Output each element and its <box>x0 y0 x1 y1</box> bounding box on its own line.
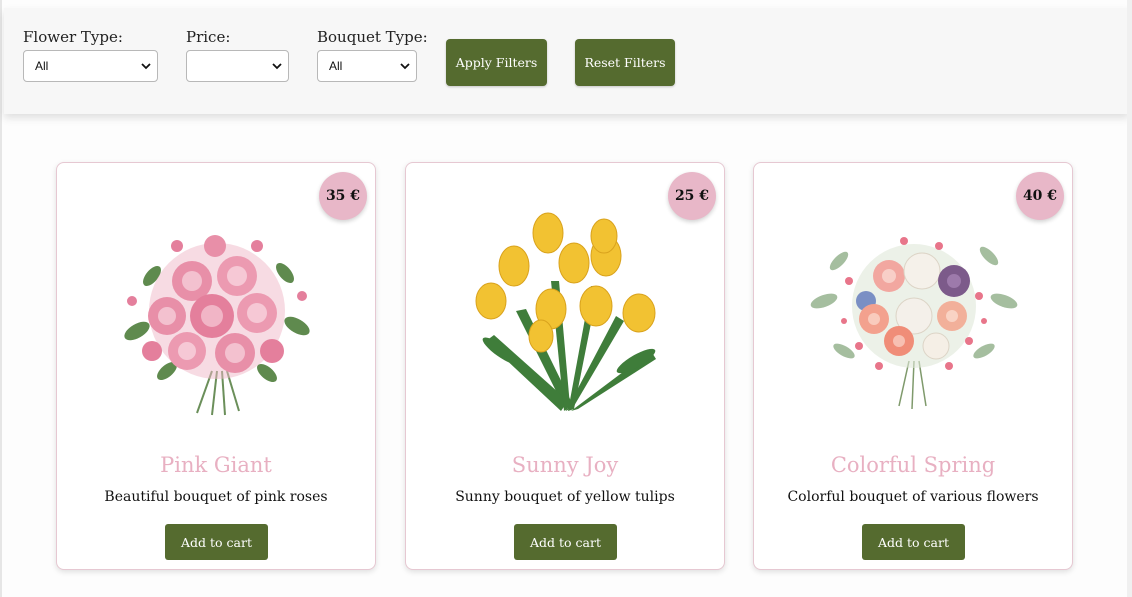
apply-filters-button[interactable]: Apply Filters <box>446 39 547 86</box>
product-title: Sunny Joy <box>511 453 619 477</box>
chevron-down-icon <box>272 62 282 70</box>
add-to-cart-button[interactable]: Add to cart <box>862 524 965 560</box>
bouquet-type-value: All <box>329 59 343 73</box>
pink-roses-bouquet-icon <box>107 201 327 421</box>
product-card: 35 € Pink Giant Beautiful bouquet of pin… <box>56 162 376 570</box>
bouquet-type-label: Bouquet Type: <box>317 28 428 46</box>
reset-filters-button[interactable]: Reset Filters <box>575 39 675 86</box>
price-select[interactable] <box>186 50 289 82</box>
scrollbar-track[interactable] <box>1127 0 1132 597</box>
flower-type-filter: Flower Type: All <box>23 28 158 82</box>
add-to-cart-button[interactable]: Add to cart <box>514 524 617 560</box>
product-title: Pink Giant <box>160 453 272 477</box>
page: Flower Type: All Price: Bouquet Type: Al… <box>0 0 1129 597</box>
yellow-tulips-bouquet-icon <box>456 201 676 421</box>
filter-bar: Flower Type: All Price: Bouquet Type: Al… <box>4 8 1129 114</box>
flower-type-select[interactable]: All <box>23 50 158 82</box>
chevron-down-icon <box>141 62 151 70</box>
product-description: Beautiful bouquet of pink roses <box>104 489 328 505</box>
price-label: Price: <box>186 28 231 46</box>
bouquet-type-select[interactable]: All <box>317 50 417 82</box>
flower-type-value: All <box>35 59 49 73</box>
price-filter: Price: <box>186 28 289 82</box>
product-title: Colorful Spring <box>830 453 996 477</box>
product-card: 25 € Sunny Joy Sunny bouquet of yellow t… <box>405 162 725 570</box>
flower-type-label: Flower Type: <box>23 28 123 46</box>
chevron-down-icon <box>400 62 410 70</box>
mixed-flowers-bouquet-icon <box>804 201 1024 421</box>
add-to-cart-button[interactable]: Add to cart <box>165 524 268 560</box>
product-description: Sunny bouquet of yellow tulips <box>455 489 675 505</box>
bouquet-type-filter: Bouquet Type: All <box>317 28 428 82</box>
product-description: Colorful bouquet of various flowers <box>787 489 1039 505</box>
product-card: 40 € Colorful Spring Colorful bouquet of… <box>753 162 1073 570</box>
